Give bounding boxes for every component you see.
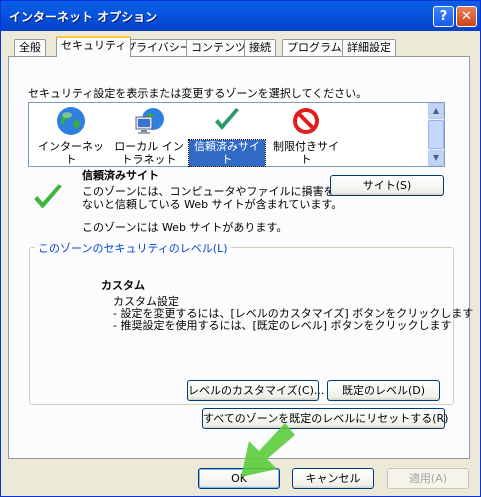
restricted-icon xyxy=(293,108,319,134)
green-arrow-pointer-icon xyxy=(241,423,295,477)
tab-privacy[interactable]: プライバシー xyxy=(120,39,196,56)
tab-connections[interactable]: 接続 xyxy=(244,39,276,56)
apply-button[interactable]: 適用(A) xyxy=(387,468,469,489)
close-button[interactable]: ✕ xyxy=(456,6,477,27)
checkmark-icon xyxy=(215,108,239,130)
tab-content[interactable]: コンテンツ xyxy=(186,39,251,56)
zone-internet[interactable]: インターネット xyxy=(35,105,107,166)
zone-local-intranet-label: ローカル イントラネット xyxy=(114,140,184,166)
level-heading: カスタム xyxy=(101,279,145,292)
zone-description-line-1: このゾーンには、コンピュータやファイルに損害を与え xyxy=(82,185,357,198)
zone-list[interactable]: インターネット ローカル イントラネット 信頼済みサイト 制限付きサイト ▲ ▼ xyxy=(28,102,445,167)
sites-button[interactable]: サイト(S) xyxy=(330,175,444,196)
internet-options-window: インターネット オプション ? ✕ 全般 セキュリティ プライバシー コンテンツ… xyxy=(0,0,481,497)
tab-general[interactable]: 全般 xyxy=(14,39,46,56)
tab-security[interactable]: セキュリティ xyxy=(56,36,132,57)
default-level-button[interactable]: 既定のレベル(D) xyxy=(327,380,440,401)
tab-programs[interactable]: プログラム xyxy=(282,39,347,56)
zone-description-line-2: ないと信頼している Web サイトが含まれています。 xyxy=(82,198,343,211)
zone-title: 信頼済みサイト xyxy=(82,169,159,182)
scroll-up-button[interactable]: ▲ xyxy=(428,103,444,119)
intranet-icon xyxy=(135,108,164,134)
scroll-down-button[interactable]: ▼ xyxy=(428,150,444,166)
zone-prompt: セキュリティ設定を表示または変更するゾーンを選択してください。 xyxy=(28,87,368,100)
customize-level-button[interactable]: レベルのカスタマイズ(C)... xyxy=(187,380,324,401)
tab-advanced[interactable]: 詳細設定 xyxy=(342,39,396,56)
globe-icon xyxy=(57,107,85,135)
zone-trusted-sites-label: 信頼済みサイト xyxy=(188,139,266,167)
cancel-button[interactable]: キャンセル xyxy=(292,468,374,489)
scroll-thumb[interactable] xyxy=(428,120,444,149)
title-bar[interactable]: インターネット オプション ? ✕ xyxy=(1,1,480,31)
zone-trusted-sites[interactable]: 信頼済みサイト xyxy=(188,105,266,167)
trusted-zone-checkmark-icon xyxy=(34,184,62,209)
zone-local-intranet[interactable]: ローカル イントラネット xyxy=(109,105,189,166)
zone-restricted-sites-label: 制限付きサイト xyxy=(273,140,339,166)
help-button[interactable]: ? xyxy=(433,6,454,27)
zone-restricted-sites[interactable]: 制限付きサイト xyxy=(267,105,345,166)
zone-list-scrollbar[interactable]: ▲ ▼ xyxy=(428,103,444,166)
level-line-3: - 推奨設定を使用するには、[既定のレベル] ボタンをクリックします xyxy=(113,319,452,332)
security-level-legend: このゾーンのセキュリティのレベル(L) xyxy=(35,240,231,256)
window-title: インターネット オプション xyxy=(9,10,158,24)
zone-sites-note: このゾーンには Web サイトがあります。 xyxy=(82,221,288,234)
zone-internet-label: インターネット xyxy=(38,140,104,166)
